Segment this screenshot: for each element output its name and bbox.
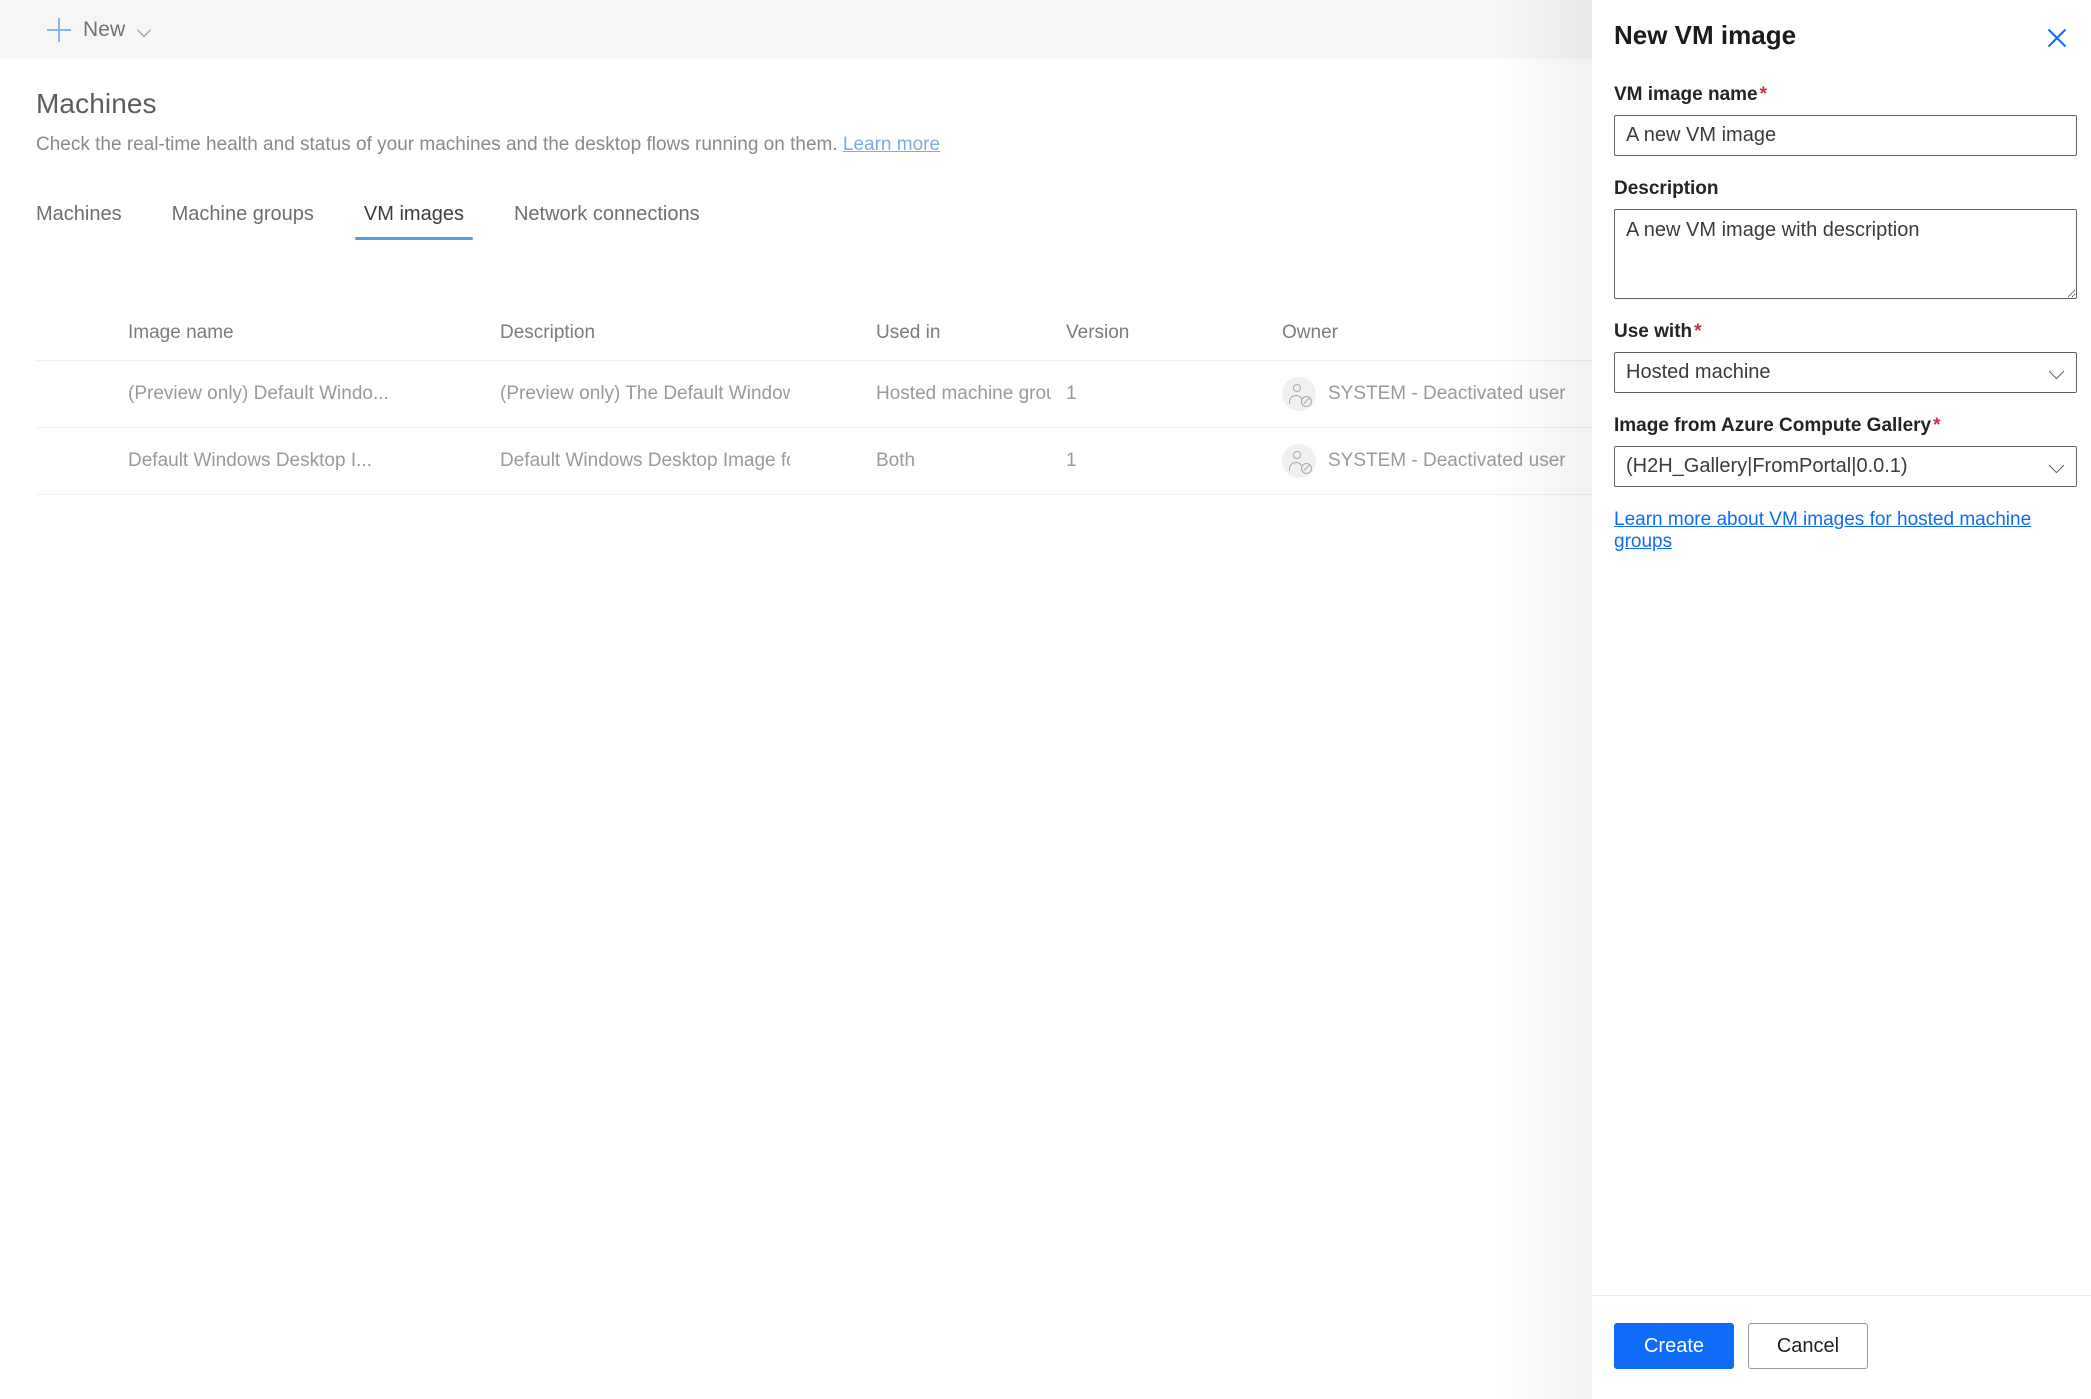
cell-used-in: Both: [876, 450, 916, 471]
gallery-image-label-text: Image from Azure Compute Gallery: [1614, 415, 1932, 436]
vm-image-name-label: VM image name *: [1614, 84, 2079, 106]
vm-image-name-input[interactable]: [1614, 115, 2077, 156]
new-vm-image-panel: New VM image VM image name* Description …: [1592, 0, 2091, 1399]
tab-vm-images[interactable]: VM images: [354, 203, 473, 240]
column-header-used-in[interactable]: Used in: [876, 322, 940, 344]
tab-bar: Machines Machine groups VM images Networ…: [36, 192, 750, 240]
cell-image-name: Default Windows Desktop I...: [128, 450, 372, 471]
deactivated-user-avatar-icon: [1282, 444, 1316, 478]
panel-footer: Create Cancel: [1592, 1295, 2091, 1399]
create-button[interactable]: Create: [1614, 1323, 1734, 1369]
cell-owner: SYSTEM - Deactivated user: [1282, 377, 1566, 411]
close-icon[interactable]: [2041, 22, 2073, 54]
cell-owner-label: SYSTEM - Deactivated user: [1328, 450, 1566, 471]
required-asterisk: *: [1933, 415, 1941, 436]
gallery-image-select[interactable]: (H2H_Gallery|FromPortal|0.0.1): [1614, 446, 2077, 487]
tab-network-connections[interactable]: Network connections: [514, 203, 700, 240]
cell-description: (Preview only) The Default Windows Desk.…: [500, 383, 790, 404]
new-button-label: New: [83, 17, 126, 41]
page-subtitle: Check the real-time health and status of…: [36, 134, 940, 156]
learn-more-link[interactable]: Learn more: [843, 134, 940, 155]
panel-header: New VM image: [1614, 20, 2073, 60]
table-row[interactable]: Default Windows Desktop I... Default Win…: [36, 427, 1592, 495]
use-with-select-wrapper: Hosted machine: [1614, 352, 2077, 393]
field-use-with: Use with * Hosted machine: [1614, 321, 2079, 393]
page-subtitle-text: Check the real-time health and status of…: [36, 134, 838, 155]
deactivated-user-avatar-icon: [1282, 377, 1316, 411]
use-with-label-text: Use with: [1614, 321, 1693, 342]
cancel-button[interactable]: Cancel: [1748, 1323, 1868, 1369]
required-asterisk: *: [1694, 321, 1702, 342]
use-with-select[interactable]: Hosted machine: [1614, 352, 2077, 393]
field-description: Description A new VM image with descript…: [1614, 178, 2079, 299]
tab-machine-groups[interactable]: Machine groups: [172, 203, 314, 240]
description-label: Description: [1614, 178, 2079, 200]
panel-footer-buttons: Create Cancel: [1614, 1323, 1868, 1369]
gallery-image-select-wrapper: (H2H_Gallery|FromPortal|0.0.1): [1614, 446, 2077, 487]
panel-body: VM image name* Description A new VM imag…: [1614, 84, 2079, 553]
vm-images-table: Image name Description Used in Version O…: [36, 308, 1592, 495]
cell-owner: SYSTEM - Deactivated user: [1282, 444, 1566, 478]
plus-icon: [44, 15, 74, 45]
column-header-owner[interactable]: Owner: [1282, 322, 1338, 344]
panel-title: New VM image: [1614, 20, 1797, 50]
table-row[interactable]: (Preview only) Default Windo... (Preview…: [36, 360, 1592, 427]
cell-owner-label: SYSTEM - Deactivated user: [1328, 383, 1566, 404]
cell-description: Default Windows Desktop Image for use i.…: [500, 450, 790, 471]
field-vm-image-name: VM image name *: [1614, 84, 2079, 156]
tab-machines[interactable]: Machines: [36, 203, 122, 240]
required-asterisk: *: [1759, 84, 1768, 105]
column-header-description[interactable]: Description: [500, 322, 595, 344]
page-title: Machines: [36, 88, 157, 119]
use-with-label: Use with *: [1614, 321, 2079, 343]
cell-version: 1: [1066, 450, 1077, 471]
column-header-version[interactable]: Version: [1066, 322, 1129, 344]
gallery-image-label: Image from Azure Compute Gallery *: [1614, 415, 2079, 437]
cell-image-name: (Preview only) Default Windo...: [128, 383, 389, 404]
vm-images-help-link[interactable]: Learn more about VM images for hosted ma…: [1614, 509, 2079, 553]
vm-image-name-label-text: VM image name: [1614, 84, 1758, 105]
column-header-image-name[interactable]: Image name: [128, 322, 234, 344]
description-label-text: Description: [1614, 178, 1719, 199]
cell-version: 1: [1066, 383, 1077, 404]
field-gallery-image: Image from Azure Compute Gallery * (H2H_G…: [1614, 415, 2079, 487]
description-textarea[interactable]: A new VM image with description: [1614, 209, 2077, 299]
chevron-down-icon: [137, 22, 153, 38]
cell-used-in: Hosted machine group: [876, 383, 1051, 404]
new-button[interactable]: New: [36, 0, 161, 59]
table-header-row: Image name Description Used in Version O…: [36, 308, 1592, 360]
panel-scrim: [1492, 0, 1592, 1399]
